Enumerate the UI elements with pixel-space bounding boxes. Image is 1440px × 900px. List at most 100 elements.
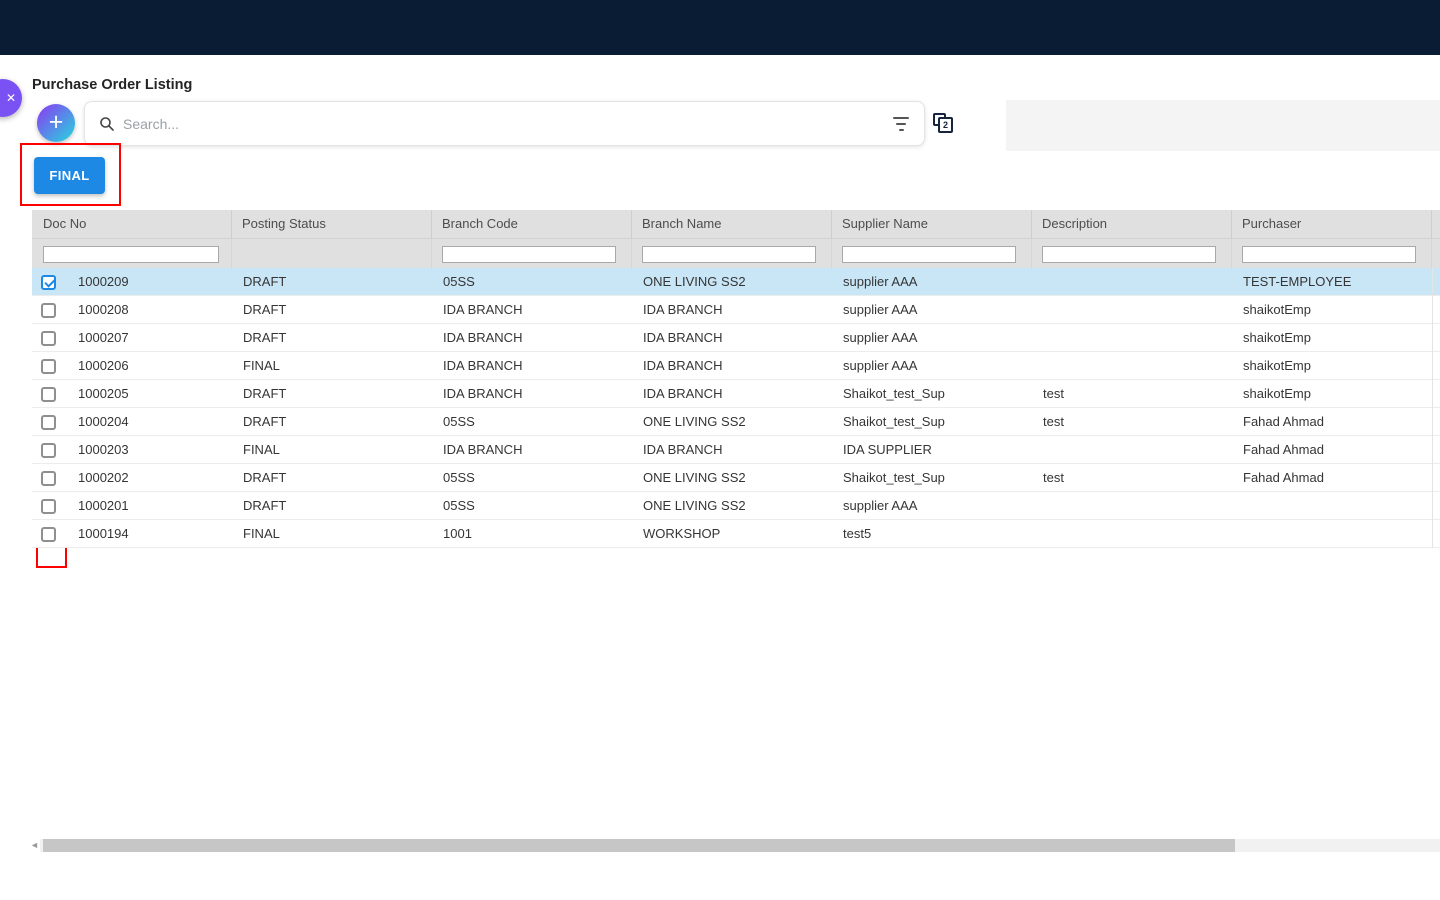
table-row[interactable]: 1000201DRAFT05SSONE LIVING SS2supplier A… bbox=[32, 492, 1440, 520]
filter-cell-posting-status bbox=[232, 239, 432, 269]
column-header-branch-code[interactable]: Branch Code bbox=[432, 210, 632, 238]
filter-cell-supplier-name bbox=[832, 239, 1032, 269]
checkbox-cell bbox=[32, 352, 67, 380]
filter-input-branch-code[interactable] bbox=[442, 246, 616, 263]
column-header-purchaser[interactable]: Purchaser bbox=[1232, 210, 1432, 238]
cell-branch-name: ONE LIVING SS2 bbox=[632, 492, 832, 520]
checkbox-cell bbox=[32, 324, 67, 352]
cell-doc-no: 1000208 bbox=[67, 296, 232, 324]
row-checkbox[interactable] bbox=[41, 331, 56, 346]
column-header-doc-no[interactable]: Doc No bbox=[32, 210, 232, 238]
cell-filler bbox=[1432, 268, 1440, 296]
cell-branch-code: IDA BRANCH bbox=[432, 352, 632, 380]
horizontal-scrollbar[interactable] bbox=[40, 839, 1440, 852]
cell-description bbox=[1032, 436, 1232, 464]
cell-description bbox=[1032, 296, 1232, 324]
table-row[interactable]: 1000208DRAFTIDA BRANCHIDA BRANCHsupplier… bbox=[32, 296, 1440, 324]
filter-cell-purchaser bbox=[1232, 239, 1432, 269]
filter-input-supplier-name[interactable] bbox=[842, 246, 1016, 263]
column-header-description[interactable]: Description bbox=[1032, 210, 1232, 238]
cell-posting-status: FINAL bbox=[232, 352, 432, 380]
filter-cell-branch-code bbox=[432, 239, 632, 269]
scroll-left-arrow[interactable]: ◄ bbox=[30, 840, 39, 850]
checkbox-cell bbox=[32, 408, 67, 436]
add-button[interactable]: + bbox=[37, 104, 75, 142]
row-checkbox[interactable] bbox=[41, 275, 56, 290]
table-row[interactable]: 1000206FINALIDA BRANCHIDA BRANCHsupplier… bbox=[32, 352, 1440, 380]
row-checkbox[interactable] bbox=[41, 387, 56, 402]
row-checkbox[interactable] bbox=[41, 499, 56, 514]
cell-posting-status: DRAFT bbox=[232, 324, 432, 352]
cell-branch-name: IDA BRANCH bbox=[632, 380, 832, 408]
table-row[interactable]: 1000203FINALIDA BRANCHIDA BRANCHIDA SUPP… bbox=[32, 436, 1440, 464]
cell-description: test bbox=[1032, 408, 1232, 436]
cell-doc-no: 1000204 bbox=[67, 408, 232, 436]
cell-posting-status: FINAL bbox=[232, 436, 432, 464]
cell-branch-name: IDA BRANCH bbox=[632, 436, 832, 464]
cell-branch-name: IDA BRANCH bbox=[632, 324, 832, 352]
checkbox-cell bbox=[32, 268, 67, 296]
filter-input-purchaser[interactable] bbox=[1242, 246, 1416, 263]
cell-purchaser: shaikotEmp bbox=[1232, 352, 1432, 380]
cell-supplier-name: supplier AAA bbox=[832, 492, 1032, 520]
search-bar[interactable] bbox=[84, 101, 925, 146]
cell-supplier-name: Shaikot_test_Sup bbox=[832, 380, 1032, 408]
search-icon bbox=[99, 116, 115, 132]
cell-branch-code: 1001 bbox=[432, 520, 632, 548]
page-title: Purchase Order Listing bbox=[32, 77, 192, 93]
cell-description bbox=[1032, 352, 1232, 380]
cell-filler bbox=[1432, 436, 1440, 464]
row-checkbox[interactable] bbox=[41, 359, 56, 374]
table-header-row: Doc No Posting Status Branch Code Branch… bbox=[32, 210, 1440, 238]
cell-doc-no: 1000203 bbox=[67, 436, 232, 464]
scrollbar-thumb[interactable] bbox=[43, 839, 1235, 852]
column-header-supplier-name[interactable]: Supplier Name bbox=[832, 210, 1032, 238]
row-checkbox[interactable] bbox=[41, 443, 56, 458]
column-header-branch-name[interactable]: Branch Name bbox=[632, 210, 832, 238]
cell-posting-status: DRAFT bbox=[232, 492, 432, 520]
table-row[interactable]: 1000205DRAFTIDA BRANCHIDA BRANCHShaikot_… bbox=[32, 380, 1440, 408]
cell-doc-no: 1000209 bbox=[67, 268, 232, 296]
final-button[interactable]: FINAL bbox=[34, 157, 105, 194]
row-checkbox[interactable] bbox=[41, 527, 56, 542]
filter-input-doc-no[interactable] bbox=[43, 246, 219, 263]
cell-posting-status: DRAFT bbox=[232, 464, 432, 492]
cell-supplier-name: supplier AAA bbox=[832, 268, 1032, 296]
cell-doc-no: 1000201 bbox=[67, 492, 232, 520]
cell-description: test bbox=[1032, 464, 1232, 492]
checkbox-cell bbox=[32, 492, 67, 520]
cell-description bbox=[1032, 268, 1232, 296]
filter-input-description[interactable] bbox=[1042, 246, 1216, 263]
filter-icon[interactable] bbox=[892, 117, 910, 131]
row-checkbox[interactable] bbox=[41, 303, 56, 318]
cell-filler bbox=[1432, 492, 1440, 520]
toolbar-background bbox=[1006, 100, 1440, 151]
column-header-posting-status[interactable]: Posting Status bbox=[232, 210, 432, 238]
cell-filler bbox=[1432, 324, 1440, 352]
cell-branch-code: 05SS bbox=[432, 492, 632, 520]
cell-purchaser: TEST-EMPLOYEE bbox=[1232, 268, 1432, 296]
table-row[interactable]: 1000202DRAFT05SSONE LIVING SS2Shaikot_te… bbox=[32, 464, 1440, 492]
filter-input-branch-name[interactable] bbox=[642, 246, 816, 263]
cell-posting-status: DRAFT bbox=[232, 408, 432, 436]
cell-description bbox=[1032, 492, 1232, 520]
table-row[interactable]: 1000207DRAFTIDA BRANCHIDA BRANCHsupplier… bbox=[32, 324, 1440, 352]
cell-posting-status: DRAFT bbox=[232, 268, 432, 296]
cell-purchaser: shaikotEmp bbox=[1232, 296, 1432, 324]
search-input[interactable] bbox=[123, 116, 892, 132]
cell-description bbox=[1032, 520, 1232, 548]
cell-filler bbox=[1432, 520, 1440, 548]
cell-branch-code: IDA BRANCH bbox=[432, 296, 632, 324]
pages-icon[interactable]: 2 bbox=[933, 113, 955, 135]
floating-widget-button[interactable]: ✕ bbox=[0, 79, 22, 117]
table-row[interactable]: 1000194FINAL1001WORKSHOPtest5 bbox=[32, 520, 1440, 548]
cell-supplier-name: Shaikot_test_Sup bbox=[832, 408, 1032, 436]
table-row[interactable]: 1000204DRAFT05SSONE LIVING SS2Shaikot_te… bbox=[32, 408, 1440, 436]
row-checkbox[interactable] bbox=[41, 471, 56, 486]
cell-supplier-name: supplier AAA bbox=[832, 296, 1032, 324]
checkbox-cell bbox=[32, 296, 67, 324]
cell-filler bbox=[1432, 380, 1440, 408]
cell-supplier-name: test5 bbox=[832, 520, 1032, 548]
row-checkbox[interactable] bbox=[41, 415, 56, 430]
table-row[interactable]: 1000209DRAFT05SSONE LIVING SS2supplier A… bbox=[32, 268, 1440, 296]
